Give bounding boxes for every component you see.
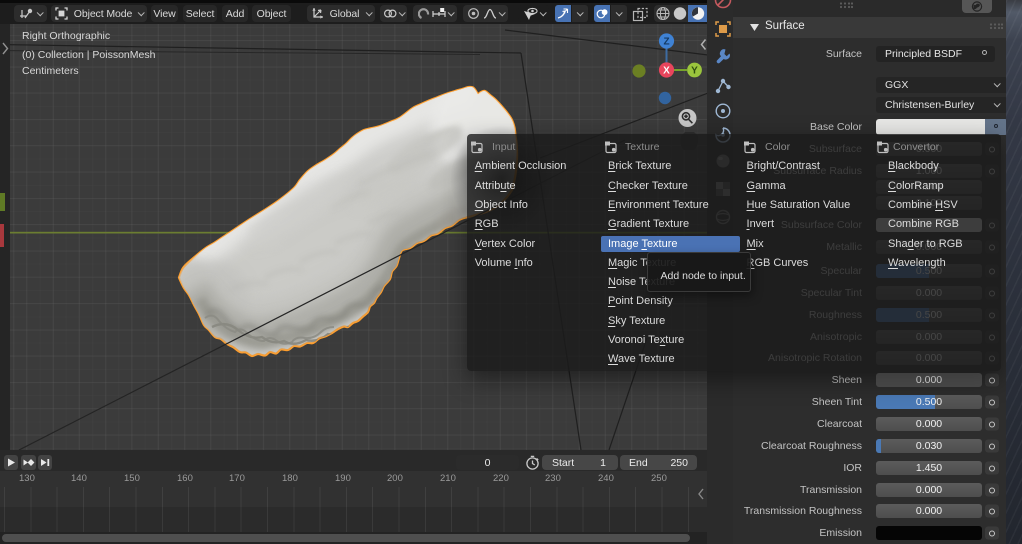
svg-text:Z: Z	[663, 37, 669, 48]
svg-text:X: X	[663, 66, 670, 77]
svg-text:Y: Y	[691, 66, 698, 77]
